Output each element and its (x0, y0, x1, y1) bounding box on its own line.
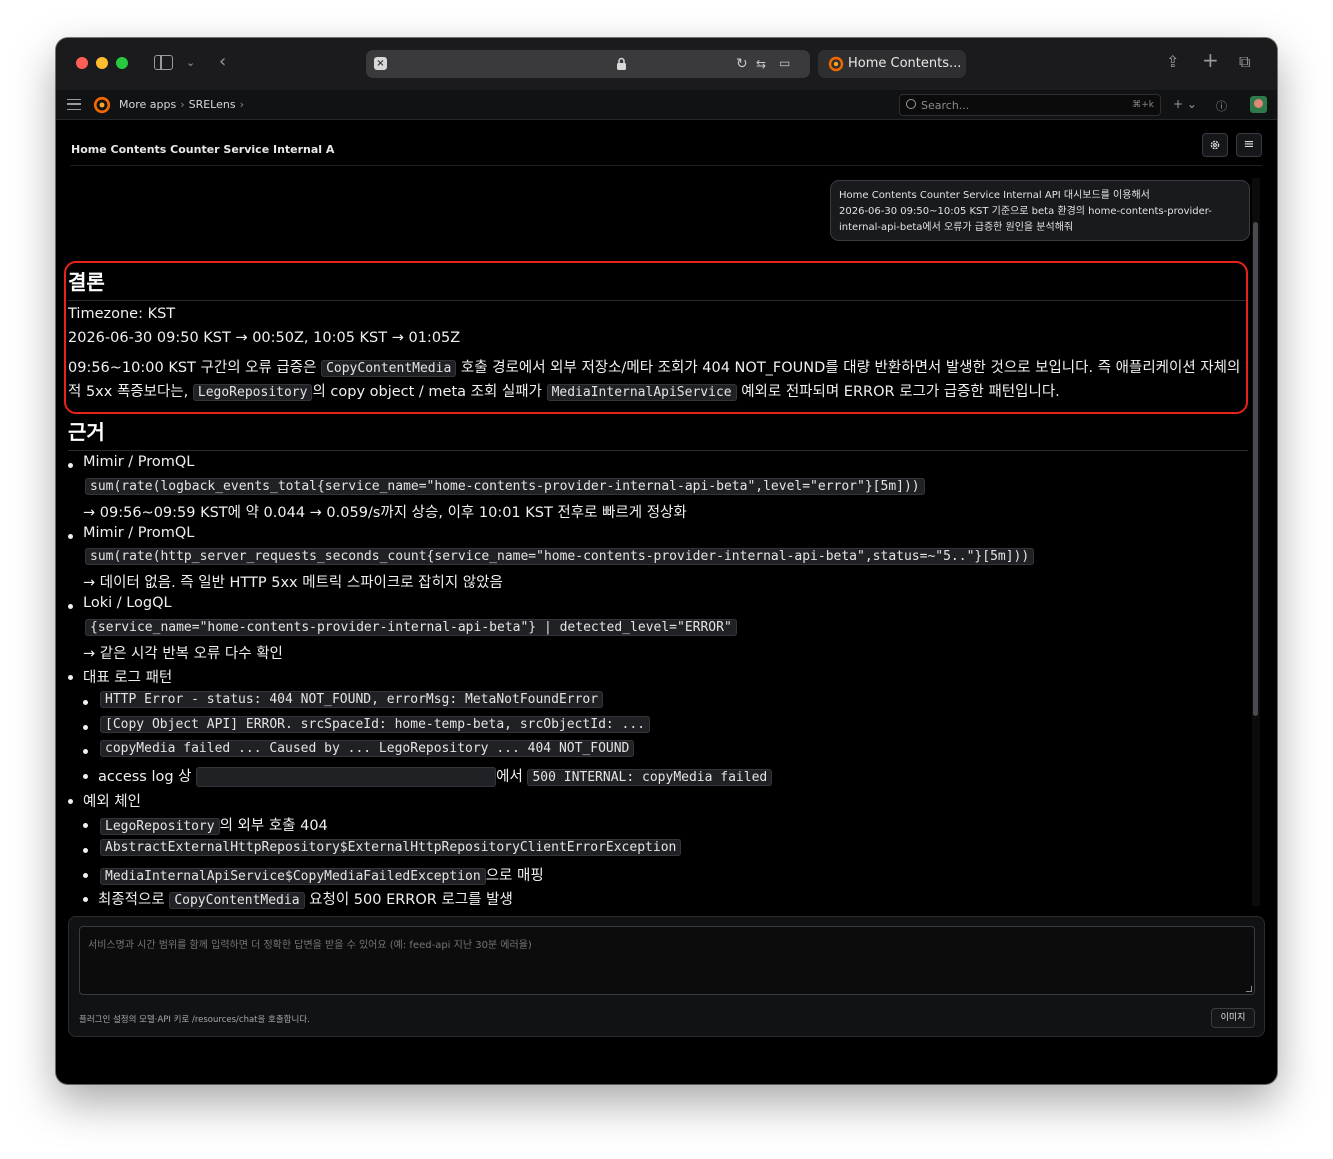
conclusion-divider (68, 300, 1248, 301)
search-input[interactable]: Search... ⌘+k (899, 94, 1161, 116)
log-pattern-item: [Copy Object API] ERROR. srcSpaceId: hom… (100, 716, 651, 733)
share-icon[interactable]: ⇪ (1166, 52, 1179, 72)
grafana-logo-icon[interactable] (93, 96, 111, 114)
resize-handle-icon[interactable] (1246, 986, 1252, 992)
exception-chain-item: AbstractExternalHttpRepository$ExternalH… (100, 839, 682, 856)
avatar[interactable] (1250, 96, 1267, 113)
evidence-heading: 근거 (68, 420, 105, 444)
breadcrumb-srelens[interactable]: SRELens (189, 98, 236, 111)
close-window-button[interactable] (76, 57, 88, 69)
evidence-query: sum(rate(logback_events_total{service_na… (85, 478, 925, 495)
exception-chain-item: MediaInternalApiService$CopyMediaFailedE… (100, 864, 544, 885)
lock-icon (617, 57, 626, 70)
conclusion-paragraph-line2: 적 5xx 폭증보다는, LegoRepository 의 copy object… (68, 384, 1060, 401)
conclusion-heading: 결론 (68, 270, 105, 294)
evidence-query: {service_name="home-contents-provider-in… (85, 619, 737, 636)
menu-icon[interactable] (67, 99, 81, 110)
settings-button[interactable] (1202, 133, 1228, 157)
evidence-divider (68, 450, 1248, 451)
timezone-text: Timezone: KST (68, 306, 176, 322)
back-icon[interactable]: ‹ (219, 52, 226, 72)
help-icon[interactable]: ⓘ (1216, 98, 1227, 114)
app-navbar: More apps › SRELens › Search... ⌘+k + ⌄ ⓘ (56, 90, 1277, 120)
evidence-result: → 데이터 없음. 즉 일반 HTTP 5xx 메트릭 스파이크로 잡히지 않았… (83, 575, 503, 591)
search-shortcut: ⌘+k (1132, 100, 1154, 110)
address-bar[interactable]: × ↻ ⇆ ▭ (366, 50, 810, 78)
evidence-item-title: Mimir / PromQL (83, 525, 195, 541)
tab-title: Home Contents... (848, 56, 962, 71)
exception-chain-title: 예외 체인 (83, 794, 141, 810)
log-pattern-item: copyMedia failed ... Caused by ... LegoR… (100, 740, 635, 757)
inline-code: MediaInternalApiService (546, 384, 737, 401)
breadcrumb-more-apps[interactable]: More apps (119, 98, 176, 111)
image-button[interactable]: 이미지 (1211, 1008, 1255, 1028)
log-pattern-item: HTTP Error - status: 404 NOT_FOUND, erro… (100, 691, 604, 708)
exception-chain-item: LegoRepository 의 외부 호출 404 (100, 814, 328, 835)
inline-code: CopyContentMedia (321, 360, 457, 377)
active-tab[interactable]: Home Contents... (818, 50, 966, 78)
log-patterns-title: 대표 로그 패턴 (83, 670, 173, 686)
exception-chain-item: 최종적으로 CopyContentMedia 요청이 500 ERROR 로그를… (98, 892, 513, 909)
sidebar-toggle-icon[interactable] (154, 55, 173, 70)
evidence-result: → 같은 시각 반복 오류 다수 확인 (83, 646, 283, 662)
chevron-down-icon[interactable]: ⌄ (186, 53, 195, 73)
list-menu-button[interactable]: ≡ (1236, 133, 1262, 157)
translate-icon[interactable]: ⇆ (756, 54, 766, 74)
chat-input[interactable] (79, 926, 1255, 995)
close-tab-icon[interactable]: × (374, 57, 387, 70)
add-menu-button[interactable]: + ⌄ (1173, 97, 1197, 111)
list-icon: ≡ (1243, 137, 1255, 152)
user-message-bubble: Home Contents Counter Service Internal A… (830, 180, 1250, 241)
page-title: Home Contents Counter Service Internal A (71, 143, 335, 156)
evidence-query: sum(rate(http_server_requests_seconds_co… (85, 548, 1035, 565)
gear-icon (1210, 140, 1220, 150)
chat-composer: 플러그인 설정의 모델·API 키로 /resources/chat을 호출합니… (68, 916, 1265, 1037)
evidence-result: → 09:56~09:59 KST에 약 0.044 → 0.059/s까지 상… (83, 505, 687, 521)
search-icon (906, 99, 916, 109)
conclusion-paragraph-line1: 09:56~10:00 KST 구간의 오류 급증은 CopyContentMe… (68, 360, 1248, 377)
inline-code: LegoRepository (192, 384, 313, 401)
zoom-window-button[interactable] (116, 57, 128, 69)
new-tab-icon[interactable]: + (1202, 50, 1219, 70)
chat-transcript: Home Contents Counter Service Internal A… (56, 166, 1264, 914)
reload-icon[interactable]: ↻ (736, 54, 748, 74)
reader-icon[interactable]: ▭ (779, 53, 790, 73)
evidence-item-title: Loki / LogQL (83, 595, 172, 611)
browser-toolbar: ⌄ ‹ × ↻ ⇆ ▭ Home Contents... ⇪ + ⧉ (56, 38, 1277, 90)
access-log-item: access log 상 에서 500 INTERNAL: copyMedia … (98, 765, 773, 787)
grafana-logo-icon (828, 56, 844, 72)
evidence-item-title: Mimir / PromQL (83, 454, 195, 470)
tab-overview-icon[interactable]: ⧉ (1239, 52, 1250, 72)
time-range-text: 2026-06-30 09:50 KST → 00:50Z, 10:05 KST… (68, 330, 461, 346)
chat-scrollbar-thumb[interactable] (1253, 222, 1258, 716)
browser-window: ⌄ ‹ × ↻ ⇆ ▭ Home Contents... ⇪ + ⧉ More … (56, 38, 1277, 1084)
breadcrumb: More apps › SRELens › (119, 98, 244, 111)
minimize-window-button[interactable] (96, 57, 108, 69)
composer-note: 플러그인 설정의 모델·API 키로 /resources/chat을 호출합니… (79, 1015, 310, 1025)
empty-inline-code (196, 767, 497, 787)
